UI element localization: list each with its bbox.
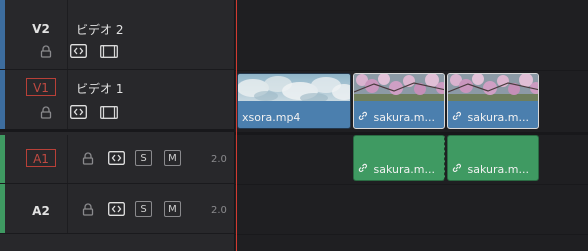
clip-thumbnail: [238, 74, 350, 101]
link-icon: [358, 163, 370, 176]
track-id-v1[interactable]: V1: [26, 78, 56, 96]
track-header-v1: V1 ビデオ 1: [0, 70, 234, 132]
clip-name: sakura.m...: [373, 111, 435, 124]
disable-track-icon[interactable]: [100, 45, 118, 58]
track-id-a2[interactable]: A2: [26, 202, 56, 220]
lock-icon[interactable]: [82, 203, 94, 216]
lock-icon[interactable]: [40, 45, 52, 58]
auto-select-icon[interactable]: [108, 202, 125, 216]
track-id-v2[interactable]: V2: [26, 20, 56, 38]
track-id-a1[interactable]: A1: [26, 149, 56, 167]
clip-name: xsora.mp4: [242, 111, 301, 124]
audio-clip[interactable]: sakura.m...: [447, 135, 539, 181]
solo-button[interactable]: S: [135, 201, 152, 217]
track-headers: V2 ビデオ 2 V1 ビデオ 1 A1 S M 2.0 A2 S M 2.0: [0, 0, 234, 251]
track-name-v1[interactable]: ビデオ 1: [76, 80, 123, 97]
audio-clip[interactable]: sakura.m...: [353, 135, 445, 181]
track-header-a1: A1 S M 2.0: [0, 135, 234, 184]
clip-name: sakura.m...: [373, 163, 435, 176]
track-name-v2[interactable]: ビデオ 2: [76, 21, 123, 38]
link-icon: [358, 111, 370, 124]
disable-track-icon[interactable]: [100, 106, 118, 119]
video-clip[interactable]: sakura.m...: [353, 73, 445, 129]
video-clip[interactable]: sakura.m...: [447, 73, 539, 129]
clip-name: sakura.m...: [467, 111, 529, 124]
playhead[interactable]: [236, 0, 237, 251]
auto-select-icon[interactable]: [70, 44, 87, 58]
video-clip[interactable]: xsora.mp4: [237, 73, 351, 129]
clip-thumbnail: [354, 74, 444, 101]
auto-select-icon[interactable]: [70, 105, 87, 119]
timeline-area[interactable]: xsora.mp4 sakura.m... sakura.m... sakura…: [235, 0, 588, 251]
channel-format: 2.0: [211, 205, 227, 216]
link-icon: [452, 163, 464, 176]
track-header-v2: V2 ビデオ 2: [0, 0, 234, 70]
lock-icon[interactable]: [82, 152, 94, 165]
channel-format: 2.0: [211, 154, 227, 165]
solo-button[interactable]: S: [135, 150, 152, 166]
clip-thumbnail: [448, 74, 538, 101]
mute-button[interactable]: M: [164, 201, 181, 217]
track-header-a2: A2 S M 2.0: [0, 184, 234, 234]
lock-icon[interactable]: [40, 106, 52, 119]
clip-name: sakura.m...: [467, 163, 529, 176]
link-icon: [452, 111, 464, 124]
mute-button[interactable]: M: [164, 150, 181, 166]
auto-select-icon[interactable]: [108, 151, 125, 165]
